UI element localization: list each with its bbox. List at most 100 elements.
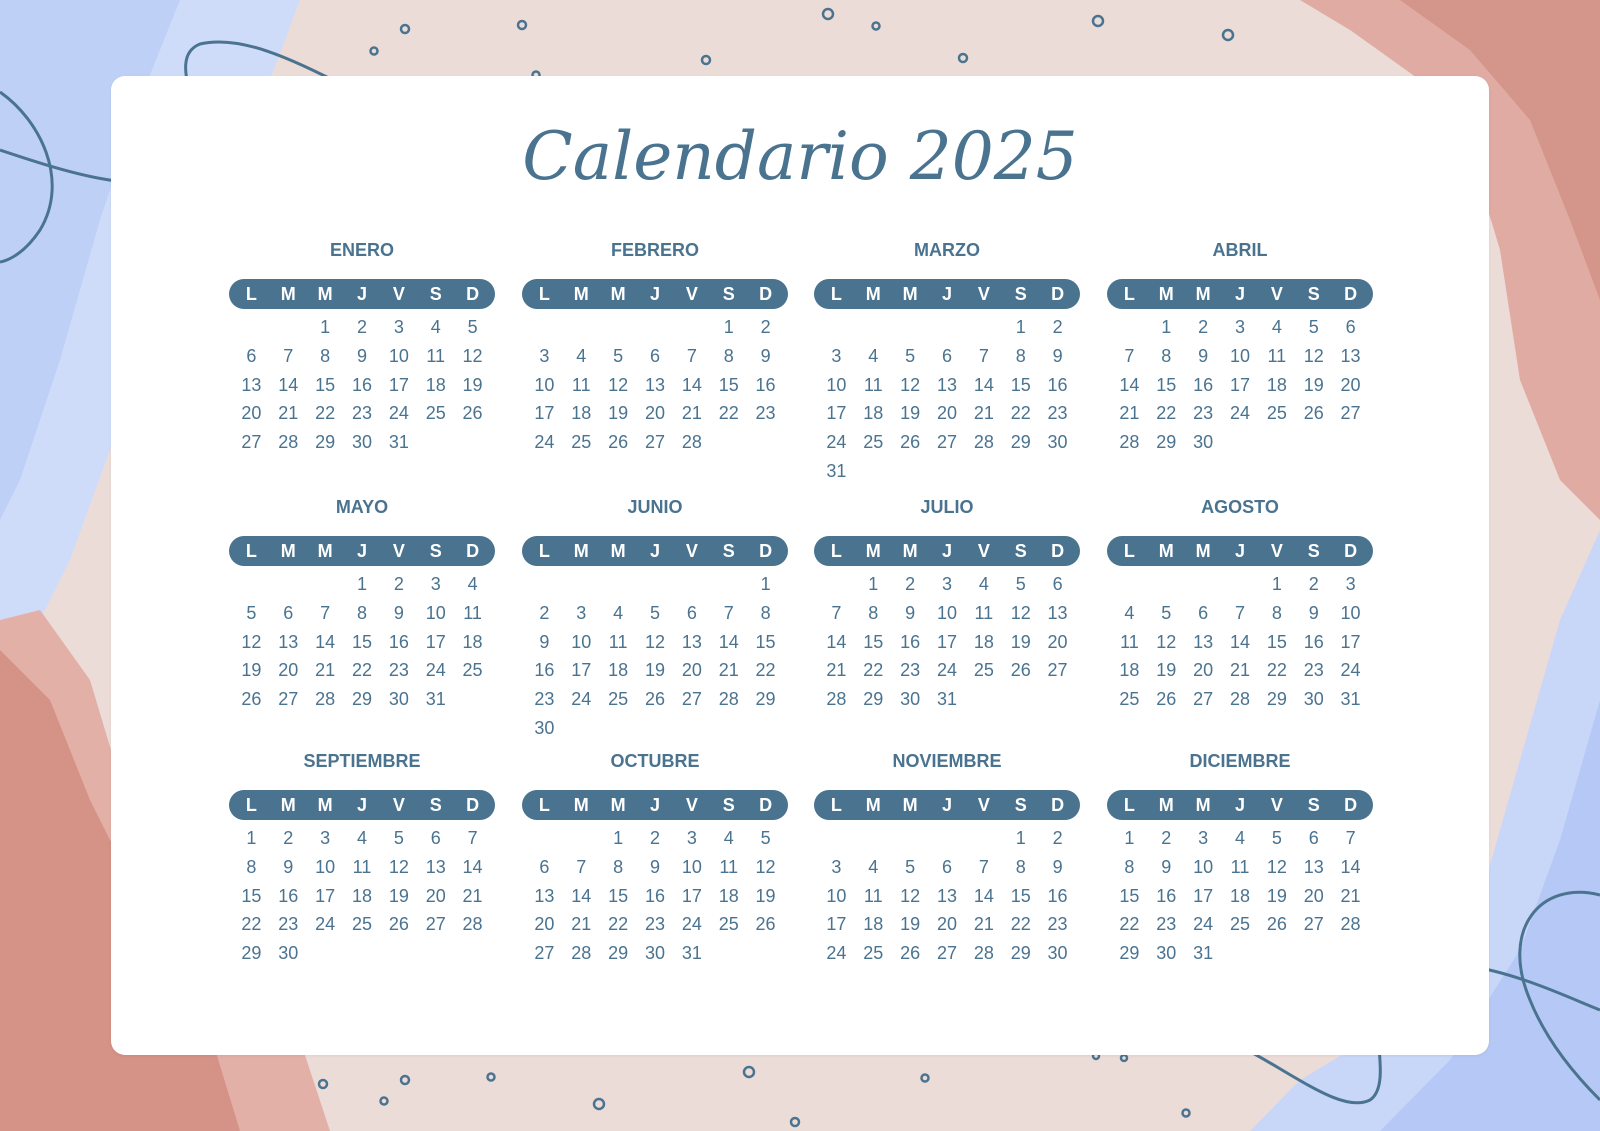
day-cell: 3 xyxy=(941,574,952,594)
day-cell: 12 xyxy=(1010,602,1031,623)
day-cell: 8 xyxy=(246,856,257,877)
day-cell: 14 xyxy=(1340,856,1361,877)
month-name: MAYO xyxy=(335,497,389,517)
day-cell: 18 xyxy=(973,631,994,652)
day-cell: 25 xyxy=(425,403,446,424)
empty-day-cell xyxy=(526,824,563,853)
day-cell: 16 xyxy=(755,374,776,395)
day-cell: 3 xyxy=(1234,317,1245,337)
day-cell: 7 xyxy=(831,602,842,623)
day-cell: 16 xyxy=(644,885,665,906)
day-cell: 31 xyxy=(425,689,446,710)
month-name: MARZO xyxy=(914,240,980,260)
day-cell: 24 xyxy=(571,689,592,710)
weekday-label: D xyxy=(1344,283,1358,304)
day-cell: 19 xyxy=(241,660,262,681)
day-cell: 20 xyxy=(936,403,957,424)
day-cell: 28 xyxy=(973,432,994,453)
weekday-label: M xyxy=(610,540,626,561)
days-grid: 1 2 3 4 5 6 7 8 9 10 11 12 13 14 15 16 17 18 19 20 21 22 23 24 2… xyxy=(229,824,495,968)
days-grid: 1 2 3 4 5 6 7 8 9 10 11 12 13 14 15 16 17 18 19 20 21 22 23 24 2… xyxy=(522,313,788,457)
weekday-label: S xyxy=(429,540,442,561)
day-cell: 6 xyxy=(1198,602,1209,623)
day-cell: 12 xyxy=(900,885,921,906)
day-cell: 7 xyxy=(1345,828,1356,848)
weekday-label: L xyxy=(245,794,257,815)
month-name: NOVIEMBRE xyxy=(892,751,1002,771)
day-cell: 12 xyxy=(241,631,262,652)
day-cell: 11 xyxy=(863,374,883,395)
day-cell: 24 xyxy=(425,660,446,681)
day-cell: 25 xyxy=(718,914,739,935)
day-cell: 3 xyxy=(1198,828,1209,848)
day-cell: 16 xyxy=(1303,631,1324,652)
month-name: ABRIL xyxy=(1212,240,1268,260)
day-cell: 13 xyxy=(534,885,555,906)
weekday-label: M xyxy=(865,540,881,561)
day-cell: 9 xyxy=(1052,345,1063,366)
empty-day-cell xyxy=(929,313,966,342)
day-cell: 28 xyxy=(1119,432,1140,453)
day-cell: 8 xyxy=(760,602,771,623)
empty-day-cell xyxy=(307,570,344,599)
day-cell: 22 xyxy=(1156,403,1177,424)
weekday-header: L MM J V S D xyxy=(814,790,1080,820)
day-cell: 9 xyxy=(356,345,367,366)
day-cell: 5 xyxy=(467,317,478,337)
day-cell: 11 xyxy=(463,602,482,623)
day-cell: 20 xyxy=(1303,885,1324,906)
day-cell: 28 xyxy=(681,432,702,453)
day-cell: 17 xyxy=(315,885,336,906)
day-cell: 6 xyxy=(283,602,294,623)
weekday-label: D xyxy=(466,283,480,304)
weekday-label: S xyxy=(722,283,735,304)
day-cell: 31 xyxy=(388,432,409,453)
day-cell: 21 xyxy=(1119,403,1140,424)
day-cell: 22 xyxy=(351,660,372,681)
weekday-header: L MM J V S D xyxy=(1107,536,1373,566)
day-cell: 10 xyxy=(534,374,555,395)
day-cell: 1 xyxy=(320,317,331,337)
day-cell: 20 xyxy=(681,660,702,681)
weekday-header: L MM J V S D xyxy=(522,279,788,309)
day-cell: 16 xyxy=(1047,374,1068,395)
weekday-label: V xyxy=(977,283,990,304)
weekday-label: L xyxy=(245,540,257,561)
day-cell: 19 xyxy=(1303,374,1324,395)
empty-day-cell xyxy=(710,570,747,599)
weekday-label: M xyxy=(317,794,333,815)
weekday-label: S xyxy=(1307,283,1320,304)
empty-day-cell xyxy=(1148,570,1185,599)
days-grid: 1 2 3 4 5 6 7 8 9 10 11 12 13 14 15 16 17 18 19 20 21 22 23 24 2… xyxy=(814,824,1080,968)
day-cell: 25 xyxy=(462,660,483,681)
weekday-label: V xyxy=(685,540,698,561)
weekday-label: M xyxy=(902,794,918,815)
day-cell: 29 xyxy=(1010,432,1031,453)
day-cell: 26 xyxy=(900,432,921,453)
day-cell: 7 xyxy=(1124,345,1135,366)
day-cell: 1 xyxy=(613,828,624,848)
weekday-header: L MM J V S D xyxy=(229,790,495,820)
day-cell: 21 xyxy=(1229,660,1250,681)
day-cell: 21 xyxy=(973,403,994,424)
day-cell: 31 xyxy=(1340,689,1361,710)
day-cell: 6 xyxy=(430,828,441,848)
day-cell: 12 xyxy=(644,631,665,652)
weekday-label: D xyxy=(1051,540,1065,561)
month-noviembre: NOVIEMBRE L M M J V S D 1 2 3 4 5 6 7 8 9 10 11 12 13 14 15 16 1… xyxy=(814,750,1080,968)
day-cell: 2 xyxy=(283,828,294,848)
weekday-label: L xyxy=(1123,794,1135,815)
day-cell: 30 xyxy=(900,689,921,710)
day-cell: 2 xyxy=(539,602,550,623)
day-cell: 17 xyxy=(1229,374,1250,395)
month-name: JULIO xyxy=(920,497,974,517)
day-cell: 15 xyxy=(755,631,776,652)
day-cell: 14 xyxy=(1229,631,1250,652)
day-cell: 27 xyxy=(425,914,446,935)
day-cell: 3 xyxy=(393,317,404,337)
day-cell: 2 xyxy=(905,574,916,594)
day-cell: 21 xyxy=(315,660,336,681)
day-cell: 8 xyxy=(723,345,734,366)
weekday-label: S xyxy=(1014,283,1027,304)
day-cell: 29 xyxy=(351,689,372,710)
